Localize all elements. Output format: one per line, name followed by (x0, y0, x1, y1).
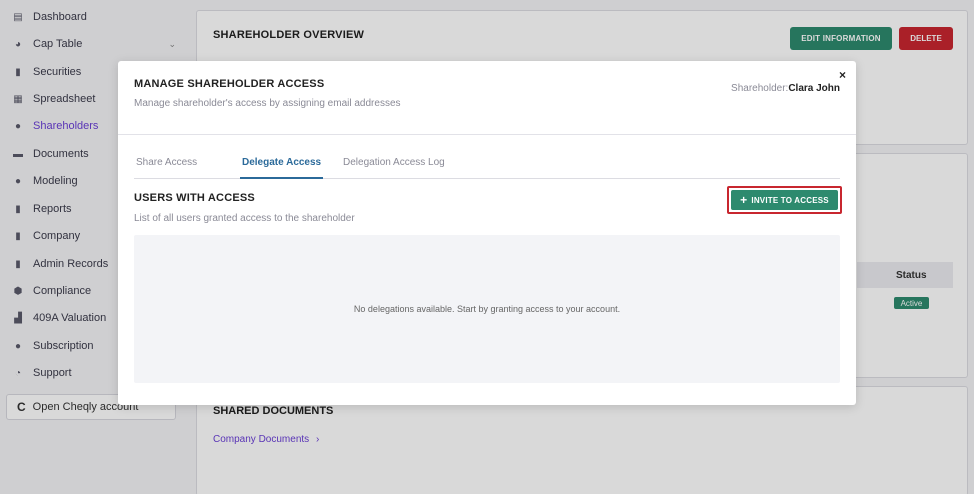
modal-subtitle: Manage shareholder's access by assigning… (134, 98, 401, 109)
empty-state: No delegations available. Start by grant… (134, 235, 840, 383)
shareholder-info: Shareholder:Clara John (731, 83, 840, 94)
tab-share-access[interactable]: Share Access (136, 157, 197, 179)
invite-highlight: + INVITE TO ACCESS (727, 186, 842, 214)
divider (118, 134, 856, 135)
shareholder-name: Clara John (788, 83, 840, 94)
plus-icon: + (740, 193, 748, 207)
modal-title: MANAGE SHAREHOLDER ACCESS (134, 78, 325, 90)
invite-to-access-button[interactable]: + INVITE TO ACCESS (731, 190, 838, 210)
tab-delegate-access[interactable]: Delegate Access (240, 157, 324, 179)
invite-label: INVITE TO ACCESS (751, 195, 829, 205)
manage-shareholder-access-modal: MANAGE SHAREHOLDER ACCESS Manage shareho… (118, 61, 856, 405)
users-with-access-subtitle: List of all users granted access to the … (134, 213, 355, 224)
shareholder-label: Shareholder: (731, 83, 789, 94)
close-icon[interactable]: × (839, 68, 846, 82)
access-tabs: Share Access Delegate Access Delegation … (134, 157, 840, 179)
empty-state-text: No delegations available. Start by grant… (353, 304, 621, 314)
users-with-access-title: USERS WITH ACCESS (134, 192, 255, 204)
tab-delegation-access-log[interactable]: Delegation Access Log (343, 157, 445, 179)
